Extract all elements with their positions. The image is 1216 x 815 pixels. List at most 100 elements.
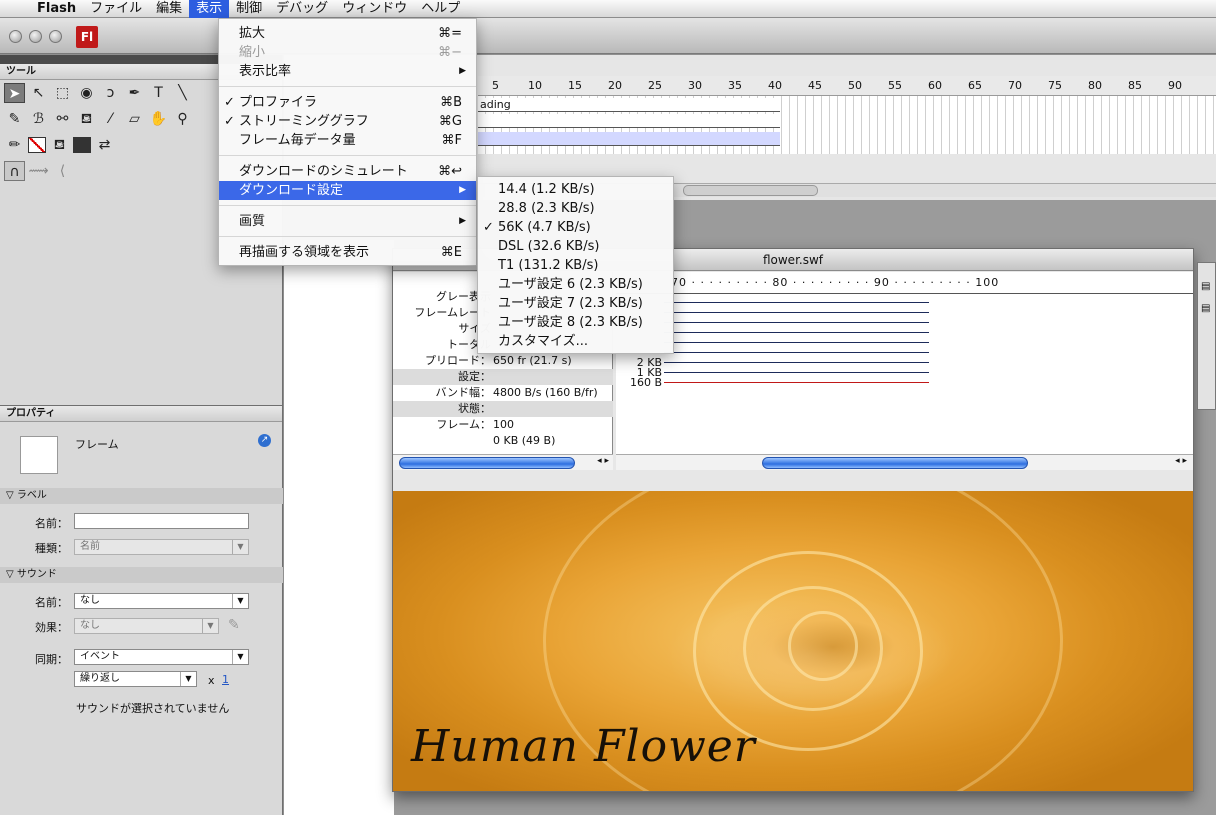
menu-flash[interactable]: Flash xyxy=(30,0,83,18)
menu-item-streaming-graph[interactable]: ✓ ストリーミンググラフ ⌘G xyxy=(219,112,476,131)
menu-item-bandwidth-profiler[interactable]: ✓ プロファイラ ⌘B xyxy=(219,93,476,112)
pen-tool-icon[interactable]: ✒ xyxy=(124,83,145,103)
timeline-tick: 10 xyxy=(528,79,542,92)
scroll-arrows-icon[interactable]: ◂ ▸ xyxy=(1175,456,1187,466)
menu-debug[interactable]: デバッグ xyxy=(269,0,335,18)
menu-edit[interactable]: 編集 xyxy=(149,0,189,18)
label-section-header[interactable]: ▽ ラベル xyxy=(0,488,283,504)
graph-scrollbar[interactable]: ◂ ▸ xyxy=(616,454,1193,470)
menu-item-user-setting-6[interactable]: ユーザ設定 6 (2.3 KB/s) xyxy=(478,275,673,294)
timeline-frames[interactable]: ading xyxy=(478,96,1216,154)
scene-icon[interactable]: ▤ xyxy=(1201,281,1210,292)
sound-section-header[interactable]: ▽ サウンド xyxy=(0,567,283,583)
stroke-color-icon[interactable]: ✏ xyxy=(4,135,25,155)
frame-name-input[interactable] xyxy=(74,513,249,529)
eraser-tool-icon[interactable]: ▱ xyxy=(124,109,145,129)
window-titlebar: Fl xyxy=(0,18,1216,54)
timeline-layer-row[interactable]: ading xyxy=(478,98,780,112)
paint-bucket-tool-icon[interactable]: ⛾ xyxy=(76,109,97,129)
menu-item-speed-14-4[interactable]: 14.4 (1.2 KB/s) xyxy=(478,180,673,199)
repeat-x-label: x xyxy=(208,674,215,687)
line-tool-icon[interactable]: ╲ xyxy=(172,83,193,103)
timeline-ruler: 5 10 15 20 25 30 35 40 45 50 55 60 65 70… xyxy=(478,76,1216,96)
timeline-scroll-thumb[interactable] xyxy=(683,185,818,196)
layer-frame-label: ading xyxy=(480,98,511,111)
swap-colors-icon[interactable]: ⇄ xyxy=(94,135,115,155)
graph-scroll-thumb[interactable] xyxy=(762,457,1028,469)
graph-ruler: 70 · · · · · · · · · 80 · · · · · · · · … xyxy=(616,272,1193,294)
menu-item-frame-by-frame-graph[interactable]: フレーム毎データ量 ⌘F xyxy=(219,131,476,150)
profiler-row: バンド幅： 4800 B/s (160 B/fr) xyxy=(435,386,598,399)
timeline-tween-row[interactable] xyxy=(478,132,780,146)
menu-item-user-setting-8[interactable]: ユーザ設定 8 (2.3 KB/s) xyxy=(478,313,673,332)
menu-item-speed-28-8[interactable]: 28.8 (2.3 KB/s) xyxy=(478,199,673,218)
menu-item-simulate-download[interactable]: ダウンロードのシミュレート ⌘↩ xyxy=(219,162,476,181)
menu-item-speed-t1[interactable]: T1 (131.2 KB/s) xyxy=(478,256,673,275)
hand-tool-icon[interactable]: ✋ xyxy=(148,109,169,129)
menu-item-magnification[interactable]: 表示比率 ▶ xyxy=(219,62,476,81)
timeline-layer-row[interactable] xyxy=(478,114,780,128)
menu-help[interactable]: ヘルプ xyxy=(414,0,467,18)
menu-item-customize[interactable]: カスタマイズ... xyxy=(478,332,673,351)
minimize-window-button[interactable] xyxy=(29,30,42,43)
zoom-tool-icon[interactable]: ⚲ xyxy=(172,109,193,129)
stroke-color-swatch[interactable] xyxy=(28,137,46,153)
timeline-tick: 90 xyxy=(1168,79,1182,92)
properties-panel-title: プロパティ xyxy=(0,406,282,422)
menu-control[interactable]: 制御 xyxy=(229,0,269,18)
profiler-left-scrollbar[interactable]: ◂ ▸ xyxy=(393,454,613,470)
scroll-arrows-icon[interactable]: ◂ ▸ xyxy=(597,456,609,466)
menu-item-show-redraw-regions[interactable]: 再描画する領域を表示 ⌘E xyxy=(219,243,476,262)
text-tool-icon[interactable]: T xyxy=(148,83,169,103)
repeat-select[interactable]: 繰り返し ▼ xyxy=(74,671,197,687)
timeline-tick: 15 xyxy=(568,79,582,92)
eyedropper-tool-icon[interactable]: ⁄ xyxy=(100,109,121,129)
frame-name-label: 名前： xyxy=(35,517,68,530)
profiler-row: フレーム： 100 xyxy=(436,418,514,431)
3d-rotation-tool-icon[interactable]: ◉ xyxy=(76,83,97,103)
profiler-left-scroll-thumb[interactable] xyxy=(399,457,575,469)
checkmark-icon: ✓ xyxy=(224,95,235,110)
fill-color-icon[interactable]: ⛾ xyxy=(49,135,70,155)
sound-name-label: 名前： xyxy=(35,596,68,609)
scene-icon[interactable]: ▤ xyxy=(1201,303,1210,314)
pencil-tool-icon[interactable]: ✎ xyxy=(4,109,25,129)
menu-window[interactable]: ウィンドウ xyxy=(335,0,414,18)
menu-view[interactable]: 表示 xyxy=(189,0,230,18)
lasso-tool-icon[interactable]: ↄ xyxy=(100,83,121,103)
timeline-tick: 5 xyxy=(492,79,499,92)
menu-item-speed-56k[interactable]: ✓ 56K (4.7 KB/s) xyxy=(478,218,673,237)
sound-name-select[interactable]: なし ▼ xyxy=(74,593,249,609)
sync-select[interactable]: イベント ▼ xyxy=(74,649,249,665)
help-link-icon[interactable]: ↗ xyxy=(258,434,271,447)
timeline-tick: 30 xyxy=(688,79,702,92)
straighten-icon[interactable]: ⟨ xyxy=(52,161,73,181)
close-window-button[interactable] xyxy=(9,30,22,43)
flash-app-icon: Fl xyxy=(76,26,98,48)
timeline-tick: 35 xyxy=(728,79,742,92)
snap-to-objects-icon[interactable]: ∩ xyxy=(4,161,25,181)
timeline-tick: 75 xyxy=(1048,79,1062,92)
free-transform-tool-icon[interactable]: ⬚ xyxy=(52,83,73,103)
menu-item-speed-dsl[interactable]: DSL (32.6 KB/s) xyxy=(478,237,673,256)
menu-item-quality[interactable]: 画質 ▶ xyxy=(219,212,476,231)
smooth-icon[interactable]: ⟿ xyxy=(28,161,49,181)
menu-file[interactable]: ファイル xyxy=(83,0,149,18)
timeline-tick: 50 xyxy=(848,79,862,92)
timeline-tick: 60 xyxy=(928,79,942,92)
profiler-row: 0 KB (49 B) xyxy=(493,434,556,447)
scene-panel-edge: ▤ ▤ xyxy=(1197,262,1216,410)
apple-menu-icon[interactable] xyxy=(0,0,30,18)
brush-tool-icon[interactable]: ℬ xyxy=(28,109,49,129)
zoom-window-button[interactable] xyxy=(49,30,62,43)
menu-item-zoom-in[interactable]: 拡大 ⌘= xyxy=(219,24,476,43)
effect-select: なし ▼ xyxy=(74,618,219,634)
subselection-tool-icon[interactable]: ↖ xyxy=(28,83,49,103)
repeat-count-field[interactable]: 1 xyxy=(222,673,229,686)
bone-tool-icon[interactable]: ⚯ xyxy=(52,109,73,129)
menu-item-download-settings[interactable]: ダウンロード設定 ▶ xyxy=(219,181,476,200)
menu-item-user-setting-7[interactable]: ユーザ設定 7 (2.3 KB/s) xyxy=(478,294,673,313)
fill-color-swatch[interactable] xyxy=(73,137,91,153)
stage-canvas xyxy=(284,240,394,815)
selection-tool-icon[interactable]: ➤ xyxy=(4,83,25,103)
